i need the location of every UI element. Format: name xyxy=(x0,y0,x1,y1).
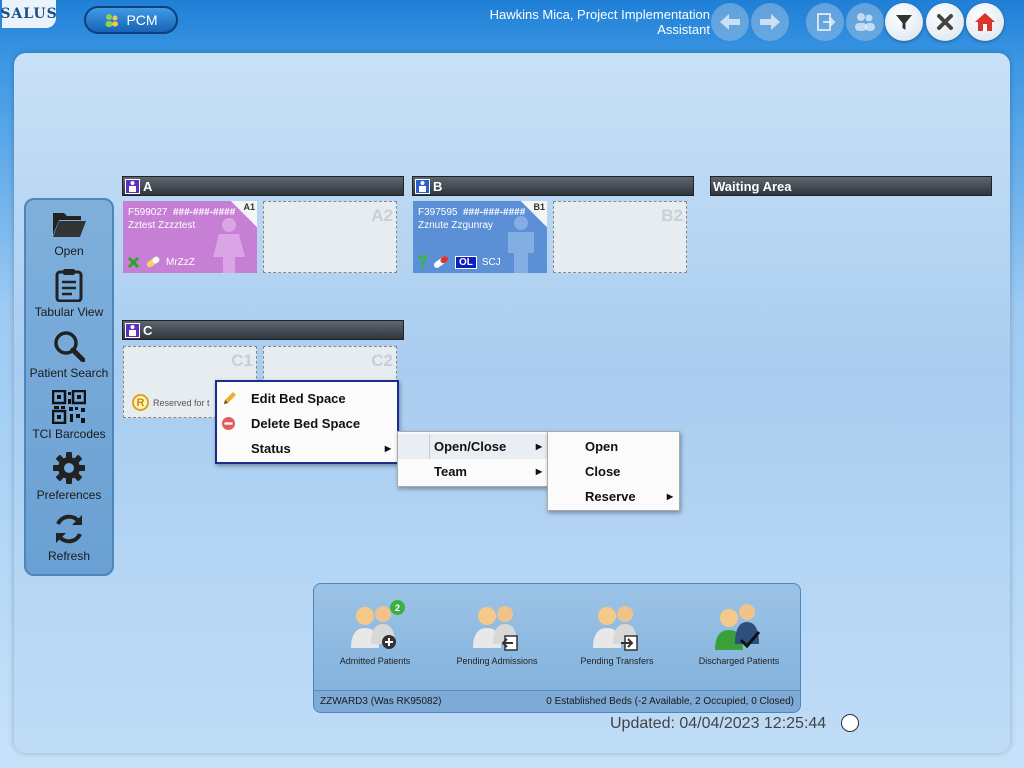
patients-pending-icon xyxy=(473,606,518,651)
folder-open-icon xyxy=(53,213,86,237)
ward-name: ZZWARD3 (Was RK95082) xyxy=(320,696,442,707)
forward-button[interactable] xyxy=(751,3,789,41)
patient-name: Zznute Zzgunray xyxy=(418,220,494,231)
back-button[interactable] xyxy=(711,3,749,41)
bay-header-a[interactable]: A xyxy=(122,176,404,196)
ward-status-bar: ZZWARD3 (Was RK95082) 0 Established Beds… xyxy=(314,690,800,712)
connection-status-indicator xyxy=(841,714,859,732)
people-icon xyxy=(855,13,875,31)
bed-card-a2[interactable]: A2 xyxy=(263,201,397,273)
person-icon xyxy=(415,178,430,194)
discharged-patients-button[interactable]: Discharged Patients xyxy=(684,602,794,666)
patients-discharged-icon xyxy=(715,604,761,650)
pcm-label: PCM xyxy=(126,12,158,28)
qr-code-icon xyxy=(52,390,86,424)
sidebar-item-open[interactable]: Open xyxy=(26,206,112,267)
home-icon xyxy=(975,13,995,31)
bed-card-a1[interactable]: A1 F599027 ###-###-#### Zztest Zzzztest … xyxy=(123,201,257,273)
pill-icon xyxy=(433,256,449,268)
bed-card-b2[interactable]: B2 xyxy=(553,201,687,273)
question-icon xyxy=(417,255,427,269)
filter-button[interactable] xyxy=(885,3,923,41)
patients-transfer-icon xyxy=(593,606,638,651)
pill-icon xyxy=(146,256,160,268)
people-icon xyxy=(105,14,119,27)
home-button[interactable] xyxy=(966,3,1004,41)
menu-item-open-close[interactable]: Open/Close ▶ xyxy=(398,434,548,459)
close-icon xyxy=(937,14,953,30)
admitted-patients-button[interactable]: 2 Admitted Patients xyxy=(320,600,430,666)
logout-button[interactable] xyxy=(806,3,844,41)
sidebar-item-patient-search[interactable]: Patient Search xyxy=(26,328,112,389)
admitted-count-badge: 2 xyxy=(390,600,405,615)
chevron-right-icon: ▶ xyxy=(666,492,673,501)
menu-item-team[interactable]: Team ▶ xyxy=(398,459,548,484)
bed-card-b1[interactable]: B1 F397595 ###-###-#### Zznute Zzgunray … xyxy=(413,201,547,273)
menu-item-edit-bed-space[interactable]: Edit Bed Space xyxy=(217,386,397,411)
menu-item-status[interactable]: Status ▶ xyxy=(217,436,397,461)
sidebar-item-tci-barcodes[interactable]: TCI Barcodes xyxy=(26,389,112,450)
sidebar-item-tabular-view[interactable]: Tabular View xyxy=(26,267,112,328)
pending-admissions-button[interactable]: Pending Admissions xyxy=(442,602,552,666)
clipboard-icon xyxy=(55,269,83,302)
ward-summary-panel: 2 Admitted Patients Pending Admissions P… xyxy=(313,583,801,713)
pencil-icon xyxy=(224,391,236,404)
patient-name: Zztest Zzzztest xyxy=(128,220,196,231)
person-icon xyxy=(125,322,140,338)
refresh-icon xyxy=(56,514,82,544)
bay-header-c[interactable]: C xyxy=(122,320,404,340)
bay-header-b[interactable]: B xyxy=(412,176,694,196)
logout-icon xyxy=(817,13,836,31)
forward-arrow-icon xyxy=(760,14,780,30)
last-updated: Updated: 04/04/2023 12:25:44 xyxy=(610,715,827,732)
status-submenu: Open/Close ▶ Team ▶ xyxy=(397,431,549,487)
delete-circle-icon xyxy=(222,417,235,430)
sidebar-item-preferences[interactable]: Preferences xyxy=(26,450,112,511)
chevron-right-icon: ▶ xyxy=(384,444,391,453)
x-mark-icon xyxy=(127,256,140,268)
filter-icon xyxy=(896,15,912,30)
bed-summary: 0 Established Beds (-2 Available, 2 Occu… xyxy=(546,696,794,707)
people-button[interactable] xyxy=(846,3,884,41)
magnifier-icon xyxy=(54,331,85,362)
gear-icon xyxy=(53,452,85,484)
menu-item-close[interactable]: Close xyxy=(548,459,679,484)
menu-item-open[interactable]: Open xyxy=(548,434,679,459)
salus-logo: SALUS xyxy=(0,0,57,28)
person-icon xyxy=(125,178,140,194)
sidebar-item-refresh[interactable]: Refresh xyxy=(26,511,112,572)
reserved-icon: R xyxy=(132,394,149,411)
bay-header-waiting-area[interactable]: Waiting Area xyxy=(710,176,992,196)
back-arrow-icon xyxy=(720,14,740,30)
chevron-right-icon: ▶ xyxy=(535,442,542,451)
chevron-right-icon: ▶ xyxy=(535,467,542,476)
menu-item-delete-bed-space[interactable]: Delete Bed Space xyxy=(217,411,397,436)
menu-item-reserve[interactable]: Reserve ▶ xyxy=(548,484,679,509)
bed-context-menu: Edit Bed Space Delete Bed Space Status ▶ xyxy=(215,380,399,464)
pcm-module-button[interactable]: PCM xyxy=(84,6,178,34)
sidebar: Open Tabular View Patient Search TCI Bar… xyxy=(24,198,114,576)
open-close-submenu: Open Close Reserve ▶ xyxy=(547,431,680,511)
close-button[interactable] xyxy=(926,3,964,41)
pending-transfers-button[interactable]: Pending Transfers xyxy=(562,602,672,666)
badge-ol: OL xyxy=(455,255,477,269)
user-name: Hawkins Mica, Project Implementation Ass… xyxy=(489,7,710,37)
